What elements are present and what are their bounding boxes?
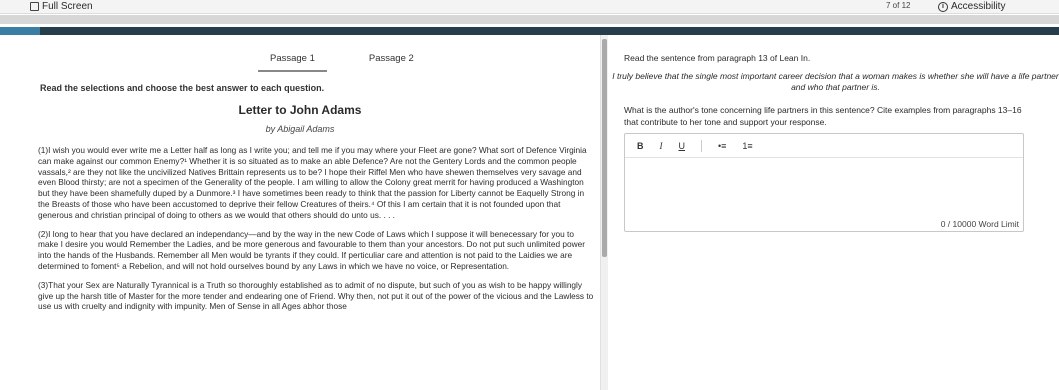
passage-tabs: Passage 1 Passage 2	[258, 51, 426, 72]
progress-band	[0, 27, 1059, 35]
accessibility-label: Accessibility	[951, 1, 1006, 12]
question-intro: Read the sentence from paragraph 13 of L…	[624, 53, 811, 63]
italic-button[interactable]: I	[660, 141, 663, 151]
quoted-sentence: I truly believe that the single most imp…	[612, 71, 1059, 92]
response-editor: B I U •≡ 1≡ 0 / 10000 Word Limit	[624, 133, 1024, 232]
fullscreen-label: Full Screen	[42, 1, 93, 12]
progress-band-segment	[0, 27, 40, 35]
bold-button[interactable]: B	[637, 141, 644, 151]
toolbar-divider	[701, 139, 702, 152]
accessibility-button[interactable]: i Accessibility	[938, 1, 1005, 12]
passage-paragraph-3: (3)That your Sex are Naturally Tyrannica…	[38, 279, 594, 312]
question-panel: Read the sentence from paragraph 13 of L…	[612, 35, 1059, 390]
pagination-indicator: 7 of 12	[886, 1, 911, 10]
header-band	[0, 15, 1059, 24]
passage-title: Letter to John Adams	[238, 103, 362, 117]
word-count: 0 / 10000 Word Limit	[940, 219, 1019, 229]
passage-author: by Abigail Adams	[265, 124, 335, 134]
accessibility-icon: i	[938, 1, 948, 12]
bullet-list-button[interactable]: •≡	[718, 141, 726, 151]
passage-panel: Passage 1 Passage 2 Read the selections …	[0, 35, 600, 390]
tab-passage-1[interactable]: Passage 1	[258, 51, 327, 72]
response-text-area[interactable]	[625, 159, 1023, 219]
fullscreen-button[interactable]: Full Screen	[30, 1, 93, 12]
passage-paragraph-2: (2)I long to hear that you have declared…	[38, 228, 585, 271]
tab-passage-2[interactable]: Passage 2	[357, 51, 426, 72]
editor-toolbar: B I U •≡ 1≡	[625, 134, 1023, 158]
passage-paragraph-1: (1)I wish you would ever write me a Lett…	[38, 145, 587, 220]
question-prompt: What is the author's tone concerning lif…	[624, 105, 1022, 127]
underline-button[interactable]: U	[679, 141, 686, 151]
numbered-list-button[interactable]: 1≡	[742, 141, 752, 151]
passage-scrollbar[interactable]	[600, 35, 608, 390]
fullscreen-icon	[30, 2, 39, 11]
instructions: Read the selections and choose the best …	[40, 83, 325, 93]
scrollbar-thumb[interactable]	[602, 39, 607, 257]
top-bar: Full Screen 7 of 12 i Accessibility	[0, 0, 1059, 14]
passage-text: (1)I wish you would ever write me a Lett…	[38, 145, 596, 320]
